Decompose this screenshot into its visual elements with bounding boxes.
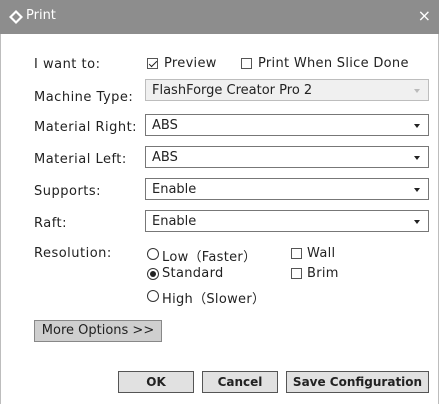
supports-select[interactable]: Enable <box>145 178 429 200</box>
material-right-label: Material Right: <box>34 120 138 135</box>
wall-label[interactable]: Wall <box>307 246 335 261</box>
machine-type-value: FlashForge Creator Pro 2 <box>152 83 313 98</box>
machine-type-label: Machine Type: <box>34 90 134 105</box>
chevron-down-icon <box>414 188 420 192</box>
material-left-label: Material Left: <box>34 152 127 167</box>
brim-label[interactable]: Brim <box>307 266 339 281</box>
chevron-down-icon <box>414 220 420 224</box>
close-button[interactable]: × <box>418 6 431 26</box>
app-diamond-icon <box>9 10 23 24</box>
more-options-button[interactable]: More Options >> <box>34 320 162 342</box>
material-right-value: ABS <box>152 118 178 133</box>
raft-value: Enable <box>152 214 197 229</box>
preview-label[interactable]: Preview <box>164 56 217 71</box>
chevron-down-icon <box>414 89 420 93</box>
raft-select[interactable]: Enable <box>145 210 429 232</box>
supports-label: Supports: <box>34 184 102 199</box>
resolution-standard-label[interactable]: Standard <box>162 266 224 281</box>
print-when-done-label[interactable]: Print When Slice Done <box>258 56 409 71</box>
brim-checkbox[interactable] <box>291 268 302 279</box>
resolution-high-label[interactable]: High（Slower） <box>162 288 265 307</box>
resolution-standard-radio[interactable] <box>147 268 159 280</box>
supports-value: Enable <box>152 182 197 197</box>
ok-button[interactable]: OK <box>118 371 194 393</box>
material-left-value: ABS <box>152 150 178 165</box>
resolution-low-radio[interactable] <box>147 248 159 260</box>
material-right-select[interactable]: ABS <box>145 114 429 136</box>
resolution-high-radio[interactable] <box>147 290 159 302</box>
resolution-label: Resolution: <box>34 246 112 261</box>
cancel-button[interactable]: Cancel <box>202 371 278 393</box>
window-title: Print <box>26 8 56 23</box>
resolution-low-label[interactable]: Low（Faster） <box>162 246 256 265</box>
print-when-done-checkbox[interactable] <box>241 58 252 69</box>
preview-checkbox[interactable] <box>147 58 158 69</box>
want-label: I want to: <box>34 57 101 72</box>
title-bar: Print × <box>0 0 439 34</box>
raft-label: Raft: <box>34 216 68 231</box>
chevron-down-icon <box>414 124 420 128</box>
wall-checkbox[interactable] <box>291 248 302 259</box>
chevron-down-icon <box>414 156 420 160</box>
save-configuration-button[interactable]: Save Configuration <box>286 371 429 393</box>
material-left-select[interactable]: ABS <box>145 146 429 168</box>
machine-type-select: FlashForge Creator Pro 2 <box>145 79 429 101</box>
